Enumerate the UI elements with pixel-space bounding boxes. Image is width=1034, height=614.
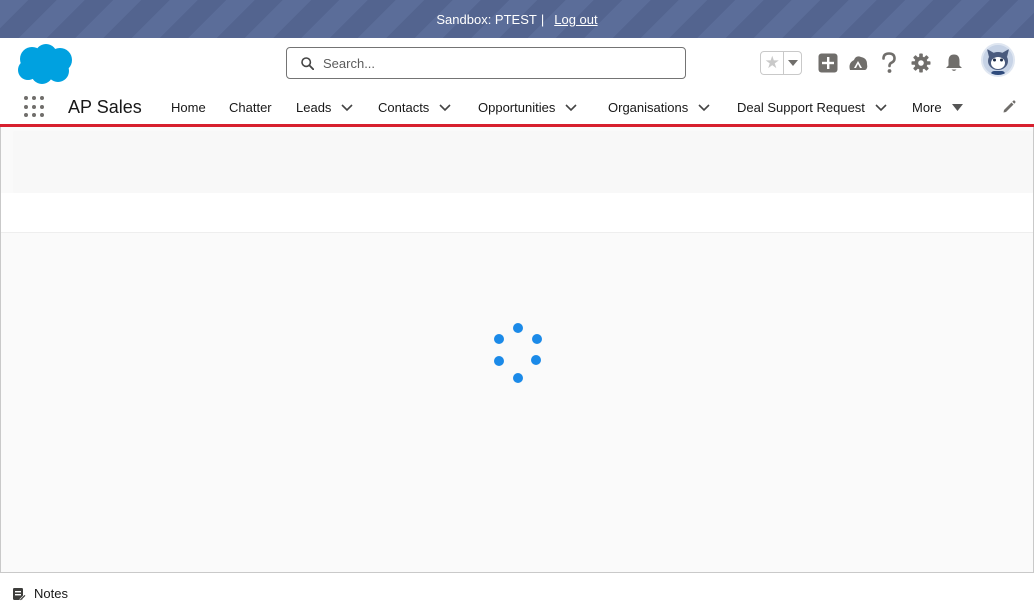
sandbox-label: Sandbox: PTEST xyxy=(436,11,537,27)
nav-item-home[interactable]: Home xyxy=(171,100,206,115)
caret-down-icon[interactable] xyxy=(951,104,963,111)
app-navigation-bar: AP Sales Home Chatter Leads Contacts Opp… xyxy=(0,88,1034,127)
nav-item-contacts[interactable]: Contacts xyxy=(378,100,451,115)
sandbox-banner: Sandbox: PTEST | Log out xyxy=(0,0,1034,38)
nav-item-label: Opportunities xyxy=(478,100,556,115)
help-icon[interactable] xyxy=(878,52,900,74)
add-icon[interactable] xyxy=(817,52,839,74)
notes-icon xyxy=(13,587,26,601)
sandbox-separator: | xyxy=(540,11,545,27)
bell-icon[interactable] xyxy=(943,52,965,74)
logout-link[interactable]: Log out xyxy=(554,12,597,27)
nav-item-label: Contacts xyxy=(378,100,430,115)
global-header: ★ xyxy=(0,38,1034,88)
star-icon[interactable]: ★ xyxy=(761,52,785,74)
nav-item-more[interactable]: More xyxy=(912,100,963,115)
nav-item-leads[interactable]: Leads xyxy=(296,100,353,115)
nav-item-chatter[interactable]: Chatter xyxy=(229,100,272,115)
search-input[interactable] xyxy=(323,55,663,71)
chevron-down-icon[interactable] xyxy=(565,103,577,112)
app-name: AP Sales xyxy=(68,97,142,117)
chevron-down-icon[interactable] xyxy=(439,103,451,112)
nav-item-label: Deal Support Request xyxy=(737,100,865,115)
nav-item-label: More xyxy=(912,100,942,115)
chevron-down-icon[interactable] xyxy=(341,103,353,112)
loading-spinner-icon xyxy=(491,323,545,383)
nav-item-label: Home xyxy=(171,100,206,115)
trailhead-icon[interactable] xyxy=(847,52,869,74)
search-icon xyxy=(301,56,314,70)
favorites-dropdown-icon[interactable] xyxy=(784,52,801,74)
global-search[interactable] xyxy=(286,47,686,79)
record-header-strip xyxy=(1,193,1033,233)
favorites-group: ★ xyxy=(760,51,802,75)
avatar[interactable] xyxy=(981,43,1015,77)
chevron-down-icon[interactable] xyxy=(875,103,887,112)
edit-nav-icon[interactable] xyxy=(1002,100,1016,119)
app-launcher-icon[interactable] xyxy=(24,96,46,118)
nav-item-deal-support-request[interactable]: Deal Support Request xyxy=(737,100,887,115)
record-highlights-placeholder xyxy=(13,131,1033,193)
nav-item-label: Leads xyxy=(296,100,332,115)
main-content xyxy=(0,127,1034,573)
gear-icon[interactable] xyxy=(910,52,932,74)
utility-bar: Notes xyxy=(0,573,1034,614)
nav-item-organisations[interactable]: Organisations xyxy=(608,100,710,115)
nav-item-opportunities[interactable]: Opportunities xyxy=(478,100,577,115)
nav-item-label: Organisations xyxy=(608,100,689,115)
salesforce-logo-icon[interactable] xyxy=(14,43,76,85)
chevron-down-icon[interactable] xyxy=(698,103,710,112)
nav-item-label: Chatter xyxy=(229,100,272,115)
utility-notes[interactable]: Notes xyxy=(12,586,68,601)
notes-label: Notes xyxy=(34,586,68,601)
